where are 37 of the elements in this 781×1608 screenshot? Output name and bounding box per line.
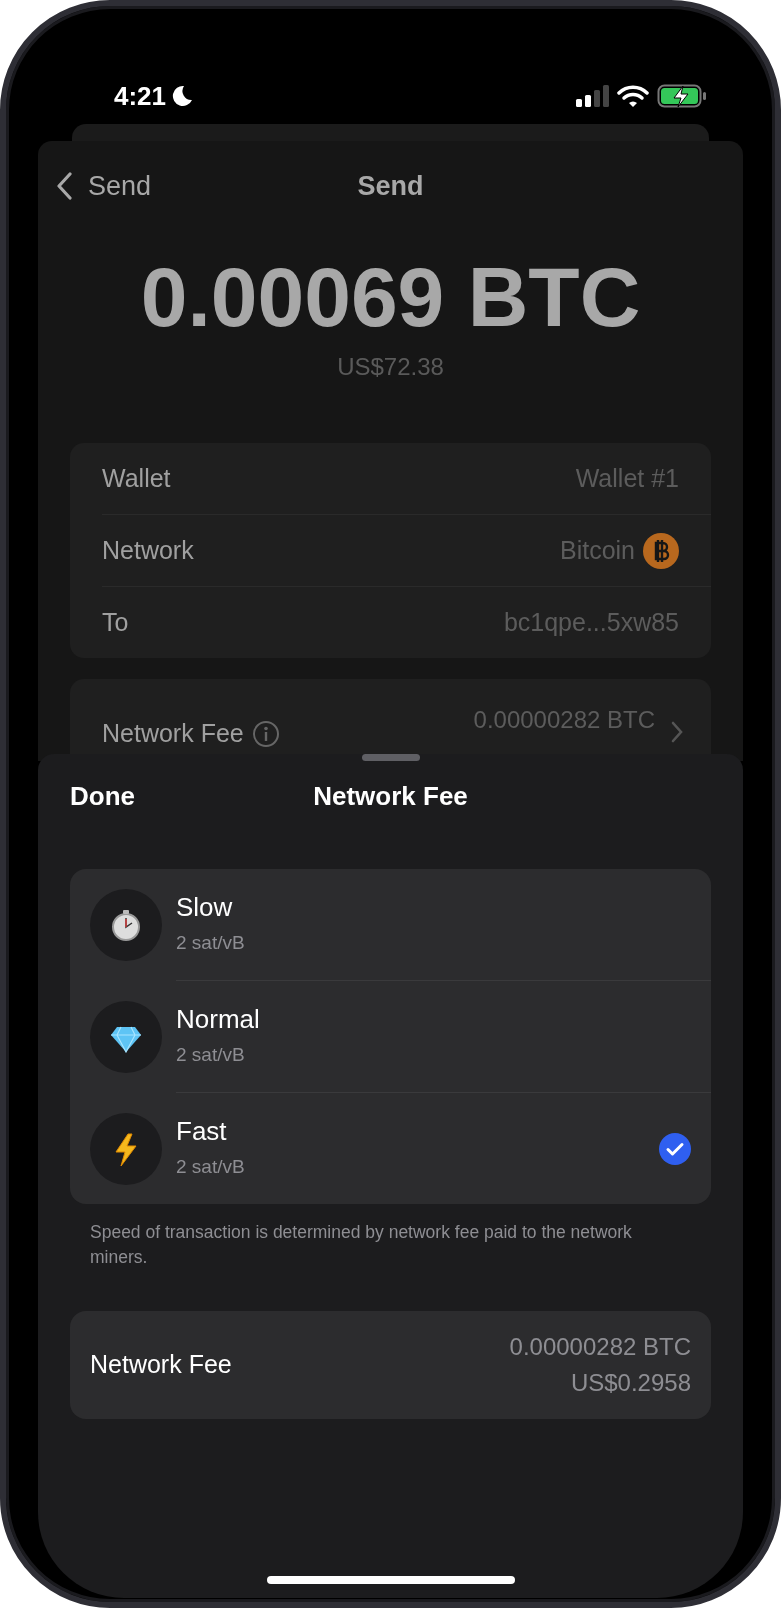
fee-option[interactable]: Fast 2 sat/vB xyxy=(70,1093,711,1204)
sheet-title: Network Fee xyxy=(313,779,468,813)
option-name: Slow xyxy=(176,891,234,923)
footnote-text: Speed of transaction is determined by network fee paid to the network miners. xyxy=(89,1221,633,1270)
option-rate: 2 sat/vB xyxy=(176,930,246,955)
detail-label: Wallet xyxy=(102,462,171,494)
fee-label: Network Fee xyxy=(90,1349,232,1380)
info-icon xyxy=(251,719,280,748)
option-name: Fast xyxy=(176,1115,228,1147)
detail-label: To xyxy=(102,606,129,638)
detail-label: Network xyxy=(102,534,194,566)
fee-value: 0.00000282 BTC xyxy=(473,705,655,735)
detail-value: Wallet #1 xyxy=(575,462,679,494)
moon-icon xyxy=(170,84,195,108)
option-rate: 2 sat/vB xyxy=(176,1042,246,1067)
chevron-icon xyxy=(671,721,683,743)
option-rate: 2 sat/vB xyxy=(176,1154,246,1179)
chevron-left-icon xyxy=(56,172,72,200)
option-name: Normal xyxy=(176,1003,261,1035)
signal-icon xyxy=(575,84,609,108)
fiat-amount: US$72.38 xyxy=(336,352,445,382)
fee-option[interactable]: Slow 2 sat/vB xyxy=(70,869,711,980)
clock-time: 4:21 xyxy=(114,83,167,109)
detail-value: Bitcoin xyxy=(559,534,635,566)
screen-title: Send xyxy=(357,169,424,203)
detail-value: bc1qpe...5xw85 xyxy=(503,606,679,638)
fee-btc: 0.00000282 BTC xyxy=(509,1331,691,1362)
grabber-handle[interactable] xyxy=(361,754,420,761)
fee-label: Network Fee xyxy=(102,718,244,749)
fee-fiat: US$0.2958 xyxy=(569,1367,691,1398)
wifi-icon xyxy=(617,84,649,108)
amount-text: 0.00069 BTC xyxy=(139,255,642,339)
back-button[interactable]: Send xyxy=(56,165,152,207)
done-button[interactable]: Done xyxy=(70,776,135,816)
battery-icon xyxy=(657,83,707,109)
fee-option[interactable]: Normal 2 sat/vB xyxy=(70,981,711,1092)
coin-icon xyxy=(643,532,679,569)
